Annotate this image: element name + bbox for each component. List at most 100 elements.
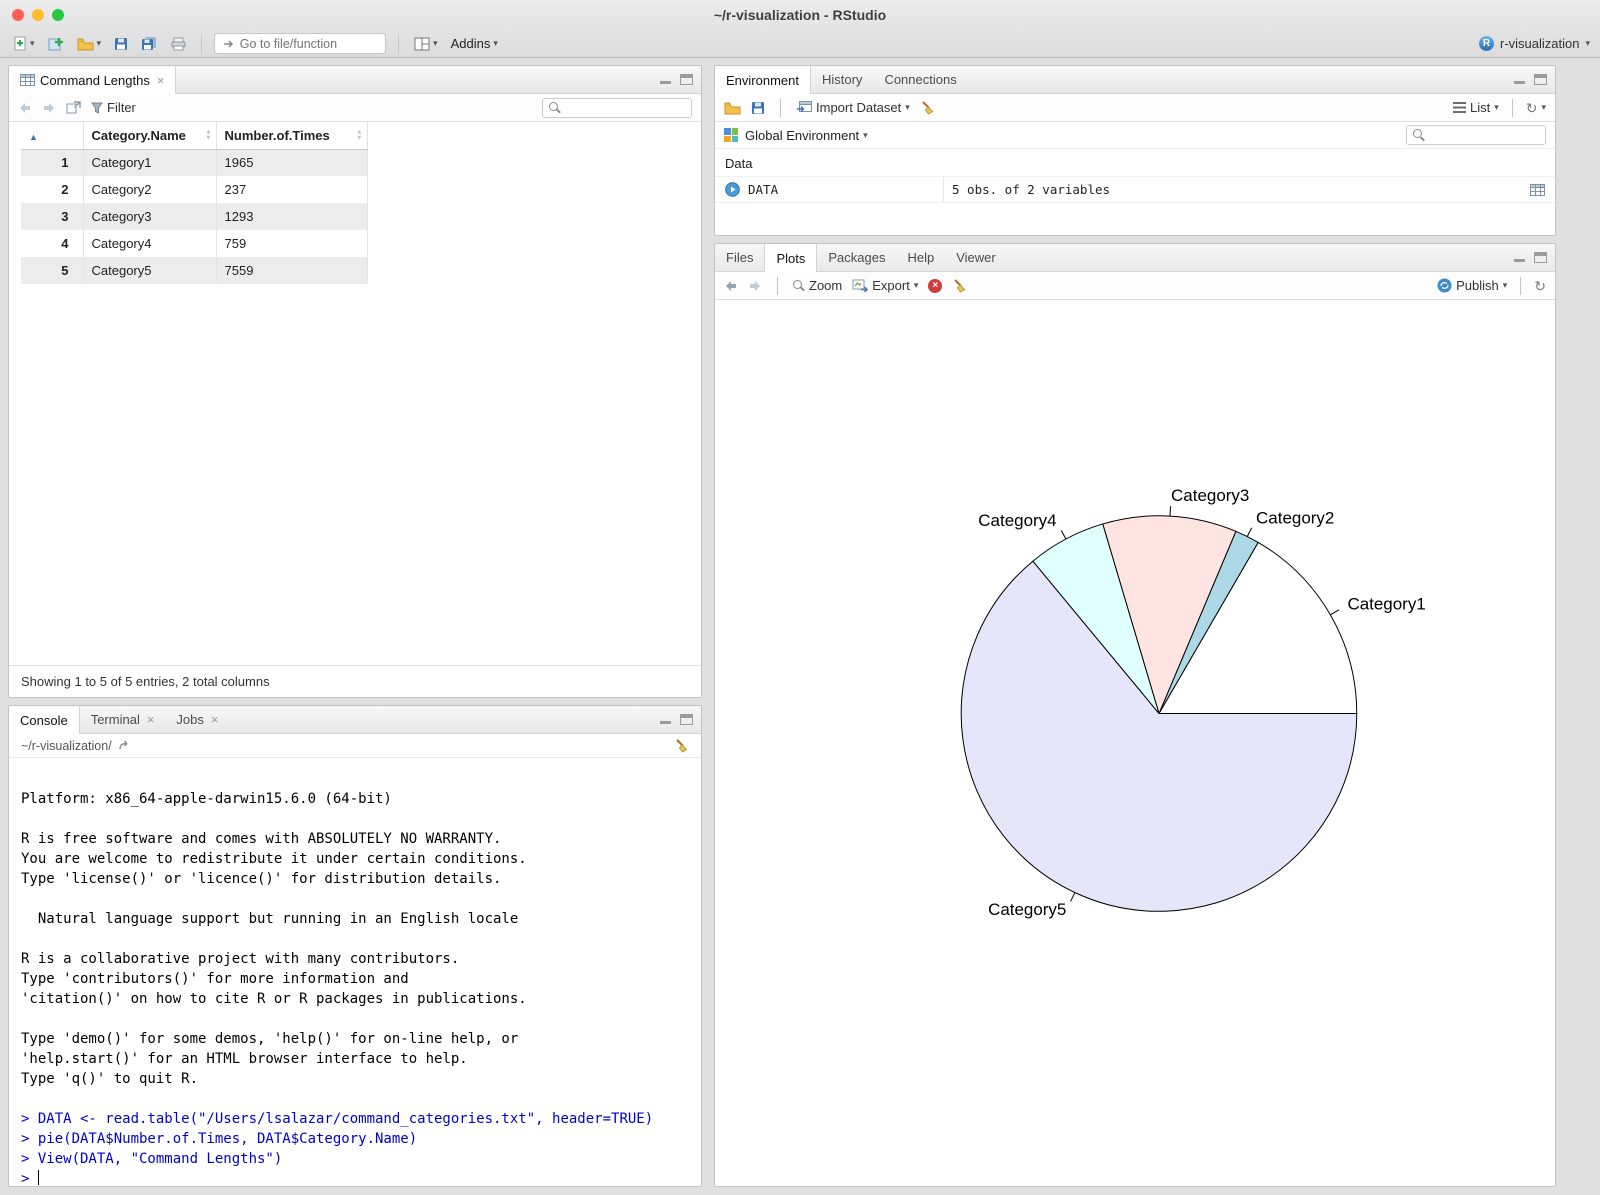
zoom-button[interactable]: Zoom [793, 278, 842, 293]
forward-icon[interactable] [42, 102, 56, 114]
tab-connections[interactable]: Connections [873, 66, 967, 93]
tab-environment[interactable]: Environment [715, 66, 811, 94]
minimize-pane-icon[interactable] [1513, 74, 1526, 85]
new-file-button[interactable]: ▾ [10, 35, 38, 52]
remove-plot-button[interactable]: × [928, 278, 943, 293]
print-icon [171, 37, 186, 50]
plots-pane: Files Plots Packages Help Viewer Zoom Ex… [714, 243, 1556, 1187]
tab-console[interactable]: Console [9, 706, 80, 734]
chevron-down-icon: ▾ [1502, 280, 1508, 290]
table-cell-times: 1293 [216, 203, 368, 230]
console-tabbar: Console Terminal × Jobs × [9, 706, 701, 734]
search-icon [549, 101, 561, 114]
data-table: ▲ Category.Name ▲ ▼ Number.of.Times ▲ ▼ 1C… [21, 122, 368, 284]
close-icon[interactable]: × [147, 712, 155, 727]
viewer-status-text: Showing 1 to 5 of 5 entries, 2 total col… [9, 665, 701, 697]
minimize-window-button[interactable] [32, 9, 44, 21]
table-row[interactable]: 4 Category4 759 [21, 230, 368, 257]
maximize-pane-icon[interactable] [680, 74, 693, 85]
tab-viewer[interactable]: Viewer [945, 244, 1007, 271]
tab-packages[interactable]: Packages [817, 244, 896, 271]
refresh-plot-icon[interactable]: ↻ [1534, 279, 1546, 293]
viewer-search-box[interactable] [542, 97, 692, 118]
pane-layout-button[interactable]: ▾ [411, 36, 441, 52]
close-icon[interactable]: × [211, 712, 219, 727]
tab-jobs[interactable]: Jobs × [165, 706, 229, 733]
tab-help[interactable]: Help [896, 244, 945, 271]
column-header-number-of-times[interactable]: Number.of.Times ▲ ▼ [216, 122, 368, 150]
back-icon[interactable] [18, 102, 32, 114]
zoom-window-button[interactable] [52, 9, 64, 21]
tab-command-lengths[interactable]: Command Lengths × [9, 66, 177, 94]
close-window-button[interactable] [12, 9, 24, 21]
close-icon[interactable]: × [157, 73, 165, 88]
chevron-down-icon: ▾ [905, 102, 910, 112]
refresh-environment-button[interactable]: ↻ ▾ [1526, 101, 1546, 115]
addins-button[interactable]: Addins ▾ [448, 35, 501, 52]
clear-console-button[interactable] [674, 738, 689, 753]
console-lines: Platform: x86_64-apple-darwin15.6.0 (64-… [21, 789, 689, 1186]
environment-scope-selector[interactable]: Global Environment ▾ [745, 128, 868, 143]
table-cell-times: 7559 [216, 257, 368, 284]
import-dataset-button[interactable]: Import Dataset ▾ [796, 100, 910, 115]
clear-all-plots-button[interactable] [952, 278, 967, 293]
list-icon [1452, 102, 1466, 113]
minimize-pane-icon[interactable] [659, 714, 672, 725]
environment-search-box[interactable] [1406, 125, 1546, 145]
save-workspace-icon[interactable] [751, 101, 765, 115]
table-row[interactable]: 3 Category3 1293 [21, 203, 368, 230]
new-project-button[interactable] [45, 35, 67, 52]
print-button[interactable] [168, 36, 189, 52]
next-plot-icon[interactable] [748, 280, 762, 292]
open-in-new-window-icon[interactable] [66, 101, 81, 114]
console-output[interactable]: Platform: x86_64-apple-darwin15.6.0 (64-… [9, 758, 701, 1186]
previous-plot-icon[interactable] [724, 280, 738, 292]
tab-history[interactable]: History [811, 66, 873, 93]
save-all-button[interactable] [138, 35, 161, 52]
environment-object-row[interactable]: DATA 5 obs. of 2 variables [715, 176, 1555, 203]
load-workspace-icon[interactable] [724, 101, 741, 115]
maximize-pane-icon[interactable] [1534, 74, 1547, 85]
view-data-button[interactable] [1530, 183, 1545, 196]
expand-object-icon[interactable] [725, 182, 740, 197]
search-icon [1413, 129, 1425, 141]
goto-file-box[interactable] [214, 33, 387, 54]
export-button[interactable]: Export ▾ [852, 278, 918, 293]
table-cell-num: 5 [21, 257, 84, 284]
tab-files[interactable]: Files [715, 244, 764, 271]
filter-button[interactable]: Filter [91, 100, 136, 115]
table-row[interactable]: 5 Category5 7559 [21, 257, 368, 284]
environment-search-input[interactable] [1430, 128, 1539, 142]
viewer-search-input[interactable] [566, 100, 685, 115]
tab-terminal[interactable]: Terminal × [80, 706, 166, 733]
column-header-category-name[interactable]: Category.Name ▲ ▼ [83, 122, 217, 150]
clear-environment-button[interactable] [920, 100, 935, 115]
window-title: ~/r-visualization - RStudio [713, 7, 887, 23]
table-row[interactable]: 1 Category1 1965 [21, 149, 368, 176]
save-button[interactable] [111, 36, 131, 52]
open-file-button[interactable]: ▾ [74, 36, 105, 52]
project-menu-button[interactable]: R r-visualization ▾ [1478, 36, 1590, 51]
pane-window-buttons [659, 714, 693, 725]
table-row[interactable]: 2 Category2 237 [21, 176, 368, 203]
maximize-pane-icon[interactable] [680, 714, 693, 725]
table-cell-times: 1965 [216, 149, 368, 176]
publish-button[interactable]: Publish ▾ [1437, 278, 1507, 293]
pane-window-buttons [1513, 252, 1547, 263]
minimize-pane-icon[interactable] [1513, 252, 1526, 263]
console-line: You are welcome to redistribute it under… [21, 851, 527, 867]
minimize-pane-icon[interactable] [659, 74, 672, 85]
list-view-button[interactable]: List ▾ [1452, 100, 1499, 115]
chevron-down-icon: ▾ [433, 38, 438, 48]
toolbar-separator [777, 276, 778, 295]
pane-window-buttons [659, 74, 693, 85]
tab-plots[interactable]: Plots [764, 244, 818, 272]
pie-label-line [1246, 527, 1253, 537]
goto-file-input[interactable] [239, 36, 378, 51]
column-header-rownum[interactable]: ▲ [21, 122, 84, 150]
goto-directory-icon[interactable] [118, 740, 132, 751]
goto-arrow-icon [224, 39, 234, 48]
zoom-label: Zoom [809, 278, 843, 293]
maximize-pane-icon[interactable] [1534, 252, 1547, 263]
